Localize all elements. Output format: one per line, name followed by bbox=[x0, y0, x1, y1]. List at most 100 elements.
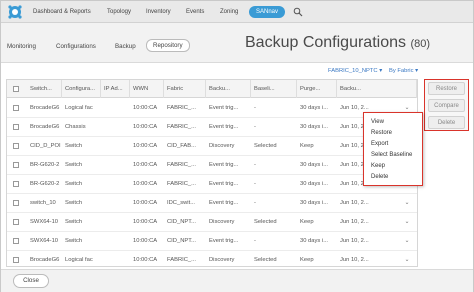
row-actions-chevron-icon[interactable]: ⌄ bbox=[403, 213, 411, 232]
row-actions-chevron-icon[interactable]: ⌄ bbox=[403, 232, 411, 251]
close-button[interactable]: Close bbox=[13, 274, 49, 288]
cell-fabric: FABRIC_... bbox=[167, 181, 196, 187]
cell-ip-address bbox=[101, 175, 130, 194]
cell-configuration: Logical fac bbox=[65, 257, 93, 263]
cell-fabric: FABRIC_... bbox=[167, 124, 196, 130]
page-title-text: Backup Configurations bbox=[245, 34, 406, 51]
cell-baseline: Selected bbox=[254, 143, 277, 149]
cell-configuration: Switch bbox=[65, 143, 83, 149]
column-header-configuration[interactable]: Configura... bbox=[62, 80, 101, 98]
row-checkbox[interactable] bbox=[13, 219, 19, 225]
cell-switch: BrocadeG6 bbox=[30, 105, 60, 111]
row-actions-chevron-icon[interactable]: ⌄ bbox=[403, 251, 411, 266]
row-checkbox[interactable] bbox=[13, 162, 19, 168]
record-count: (80) bbox=[410, 38, 430, 50]
column-header-fabric[interactable]: Fabric bbox=[164, 80, 206, 98]
cell-ip-address bbox=[101, 251, 130, 266]
table-row[interactable]: BR-G620-2 Switch 10:00:CA FABRIC_... Event t… bbox=[7, 156, 417, 175]
nav-dashboard-reports[interactable]: Dashboard & Reports bbox=[33, 7, 91, 17]
delete-button[interactable]: Delete bbox=[428, 116, 465, 129]
table-row[interactable]: switch_10 Switch 10:00:CA IDC_swit... Event … bbox=[7, 194, 417, 213]
column-header-backup-date[interactable]: Backu... bbox=[337, 80, 417, 98]
cell-baseline: - bbox=[254, 238, 256, 244]
cell-backup-type: Event trig... bbox=[209, 124, 239, 130]
row-checkbox[interactable] bbox=[13, 181, 19, 187]
cell-baseline: - bbox=[254, 105, 256, 111]
fabric-filter-value: FABRIC_10_NPTC bbox=[328, 68, 378, 74]
tab-repository[interactable]: Repository bbox=[146, 39, 190, 52]
cell-ip-address bbox=[101, 232, 130, 251]
cell-wwn: 10:00:CA bbox=[133, 162, 158, 168]
cell-backup-type: Event trig... bbox=[209, 238, 239, 244]
cell-purge: 30 days i... bbox=[300, 200, 329, 206]
cell-wwn: 10:00:CA bbox=[133, 124, 158, 130]
cell-ip-address bbox=[101, 118, 130, 137]
column-header-switch[interactable]: Switch... bbox=[27, 80, 62, 98]
table-row[interactable]: BrocadeG6 Logical fac 10:00:CA FABRIC_... Di… bbox=[7, 251, 417, 266]
row-actions-chevron-icon[interactable]: ⌄ bbox=[403, 194, 411, 213]
nav-zoning[interactable]: Zoning bbox=[220, 7, 238, 17]
row-checkbox[interactable] bbox=[13, 257, 19, 263]
cell-switch: SWX64-10 bbox=[30, 219, 59, 225]
backup-config-table: Switch... Configura... IP Ad... WWN Fabr… bbox=[6, 79, 418, 267]
cell-fabric: CID_NPT... bbox=[167, 238, 196, 244]
action-panel: Restore Compare Delete bbox=[424, 79, 469, 131]
cell-backup-type: Event trig... bbox=[209, 181, 239, 187]
table-row[interactable]: SWX64-10 Switch 10:00:CA CID_NPT... Discover… bbox=[7, 213, 417, 232]
menu-item-select-baseline[interactable]: Select Baseline bbox=[371, 151, 412, 160]
group-by-dropdown[interactable]: By Fabric ▾ bbox=[389, 68, 418, 74]
table-row[interactable]: SWX64-10 Switch 10:00:CA CID_NPT... Event tr… bbox=[7, 232, 417, 251]
footer-bar: Close bbox=[1, 269, 473, 292]
cell-wwn: 10:00:CA bbox=[133, 257, 158, 263]
search-icon[interactable] bbox=[293, 7, 303, 17]
nav-events[interactable]: Events bbox=[186, 7, 204, 17]
column-header-baseline[interactable]: Baseli... bbox=[251, 80, 297, 98]
menu-item-delete[interactable]: Delete bbox=[371, 173, 388, 182]
cell-backup-date: Jun 10, 2... bbox=[340, 219, 369, 225]
cell-switch: BrocadeG6 bbox=[30, 124, 60, 130]
cell-fabric: IDC_swit... bbox=[167, 200, 196, 206]
cell-backup-type: Discovery bbox=[209, 257, 235, 263]
secondary-navigation: Monitoring Configurations Backup Reposit… bbox=[1, 23, 473, 63]
cell-baseline: - bbox=[254, 181, 256, 187]
cell-ip-address bbox=[101, 156, 130, 175]
fabric-filter-dropdown[interactable]: FABRIC_10_NPTC ▾ bbox=[328, 68, 382, 74]
cell-backup-date: Jun 10, 2... bbox=[340, 257, 369, 263]
table-row[interactable]: BrocadeG6 Chassis 10:00:CA FABRIC_... Event … bbox=[7, 118, 417, 137]
nav-topology[interactable]: Topology bbox=[107, 7, 131, 17]
cell-purge: 30 days i... bbox=[300, 238, 329, 244]
cell-purge: 30 days i... bbox=[300, 124, 329, 130]
restore-button[interactable]: Restore bbox=[428, 82, 465, 95]
select-all-checkbox[interactable] bbox=[13, 86, 19, 92]
tab-monitoring[interactable]: Monitoring bbox=[7, 41, 36, 52]
cell-purge: 30 days i... bbox=[300, 105, 329, 111]
row-checkbox[interactable] bbox=[13, 200, 19, 206]
cell-purge: 30 days i... bbox=[300, 181, 329, 187]
column-header-wwn[interactable]: WWN bbox=[130, 80, 164, 98]
cell-backup-type: Event trig... bbox=[209, 162, 239, 168]
menu-item-restore[interactable]: Restore bbox=[371, 129, 392, 138]
column-header-ip-address[interactable]: IP Ad... bbox=[101, 80, 130, 98]
cell-backup-type: Discovery bbox=[209, 143, 235, 149]
column-header-backup-type[interactable]: Backu... bbox=[206, 80, 251, 98]
menu-item-export[interactable]: Export bbox=[371, 140, 388, 149]
nav-sannav[interactable]: SANnav bbox=[249, 6, 286, 18]
row-checkbox[interactable] bbox=[13, 124, 19, 130]
menu-item-view[interactable]: View bbox=[371, 118, 384, 127]
row-checkbox[interactable] bbox=[13, 105, 19, 111]
table-row[interactable]: CID_D_POI Switch 10:00:CA CID_FAB... Discove… bbox=[7, 137, 417, 156]
tab-backup[interactable]: Backup bbox=[115, 41, 136, 52]
cell-fabric: FABRIC_... bbox=[167, 257, 196, 263]
row-checkbox[interactable] bbox=[13, 238, 19, 244]
table-row[interactable]: BR-G620-2 Switch 10:00:CA FABRIC_... Event t… bbox=[7, 175, 417, 194]
compare-button[interactable]: Compare bbox=[428, 99, 465, 112]
column-header-purge[interactable]: Purge... bbox=[297, 80, 337, 98]
table-row[interactable]: BrocadeG6 Logical fac 10:00:CA FABRIC_... Ev… bbox=[7, 99, 417, 118]
cell-baseline: - bbox=[254, 162, 256, 168]
cell-baseline: - bbox=[254, 200, 256, 206]
row-checkbox[interactable] bbox=[13, 143, 19, 149]
table-header: Switch... Configura... IP Ad... WWN Fabr… bbox=[7, 80, 417, 98]
nav-inventory[interactable]: Inventory bbox=[146, 7, 171, 17]
tab-configurations[interactable]: Configurations bbox=[56, 41, 96, 52]
menu-item-keep[interactable]: Keep bbox=[371, 162, 385, 171]
